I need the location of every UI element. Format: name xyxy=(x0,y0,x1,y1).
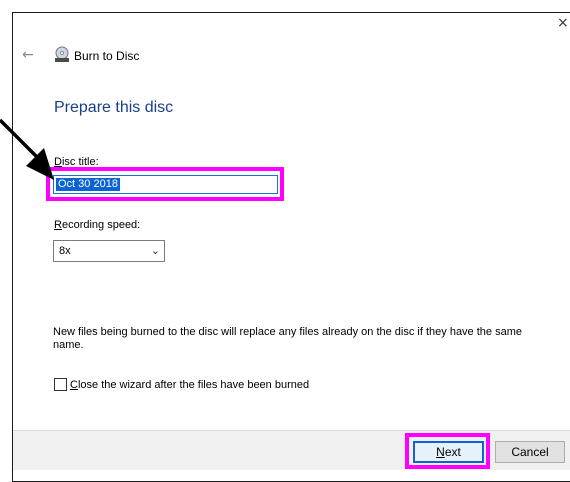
back-arrow-icon[interactable]: ← xyxy=(22,48,34,62)
recording-speed-label: Recording speed: xyxy=(54,219,141,231)
chevron-down-icon: ⌄ xyxy=(150,244,160,257)
disc-burner-icon xyxy=(55,46,69,62)
recording-speed-value: 8x xyxy=(59,245,71,257)
next-button[interactable]: Next xyxy=(413,441,484,463)
disc-title-input[interactable]: Oct 30 2018 xyxy=(53,175,278,194)
close-wizard-label[interactable]: Close the wizard after the files have be… xyxy=(70,379,309,391)
recording-speed-select[interactable]: 8x ⌄ xyxy=(53,240,165,262)
overwrite-notice: New files being burned to the disc will … xyxy=(53,326,522,351)
wizard-title: Burn to Disc xyxy=(74,49,140,63)
cancel-button[interactable]: Cancel xyxy=(495,441,565,463)
close-wizard-checkbox[interactable] xyxy=(54,378,67,391)
close-icon[interactable]: × xyxy=(557,16,569,30)
pointer-arrow-icon xyxy=(0,118,54,180)
